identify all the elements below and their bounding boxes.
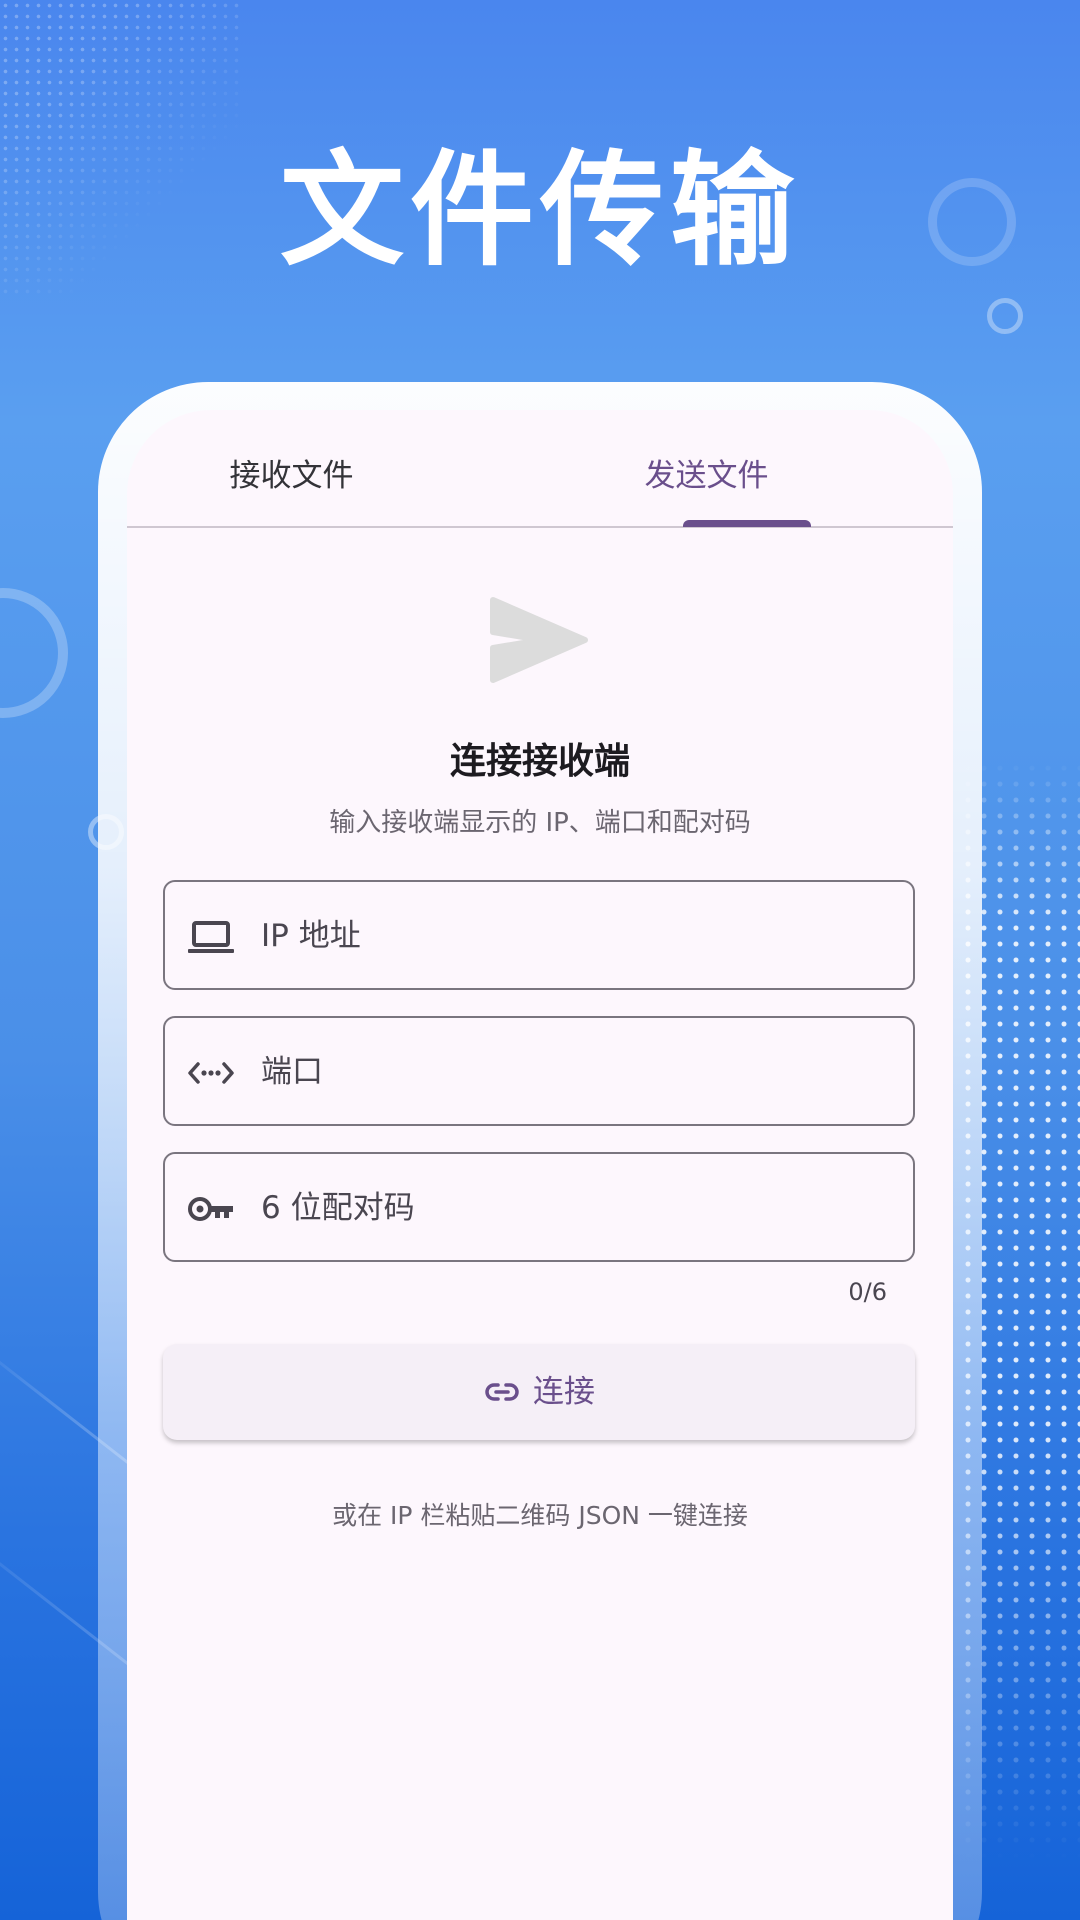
send-icon (490, 597, 588, 683)
tab-receive-files[interactable]: 接收文件 (204, 454, 379, 526)
ring-decoration (987, 298, 1023, 334)
tab-send-files[interactable]: 发送文件 (619, 454, 794, 526)
port-field[interactable]: 端口 (163, 1016, 915, 1126)
promo-screen: 文件传输 接收文件 发送文件 连接接收端 输入接收端显示的 IP、端口和配对码 … (0, 0, 1080, 1920)
pair-code-placeholder: 6 位配对码 (261, 1190, 415, 1226)
laptop-icon (188, 921, 234, 953)
connect-title: 连接接收端 (449, 741, 630, 782)
pair-code-field[interactable]: 6 位配对码 (163, 1152, 915, 1262)
ring-decoration (0, 588, 68, 718)
ip-address-placeholder: IP 地址 (261, 918, 361, 954)
code-dots-icon (188, 1062, 234, 1084)
app-screen: 接收文件 发送文件 连接接收端 输入接收端显示的 IP、端口和配对码 IP 地址 (127, 410, 953, 1920)
paste-hint: 或在 IP 栏粘贴二维码 JSON 一键连接 (332, 1501, 748, 1530)
pair-code-counter: 0/6 (848, 1278, 887, 1306)
connect-button-label: 连接 (533, 1374, 595, 1410)
ip-address-field[interactable]: IP 地址 (163, 880, 915, 990)
link-icon (485, 1383, 519, 1401)
tab-indicator (683, 520, 811, 527)
banner-title: 文件传输 (279, 139, 800, 283)
connect-button[interactable]: 连接 (163, 1344, 915, 1440)
port-placeholder: 端口 (261, 1054, 323, 1090)
connect-subtitle: 输入接收端显示的 IP、端口和配对码 (329, 808, 751, 838)
tab-bar: 接收文件 发送文件 (127, 410, 953, 528)
key-icon (188, 1197, 233, 1221)
